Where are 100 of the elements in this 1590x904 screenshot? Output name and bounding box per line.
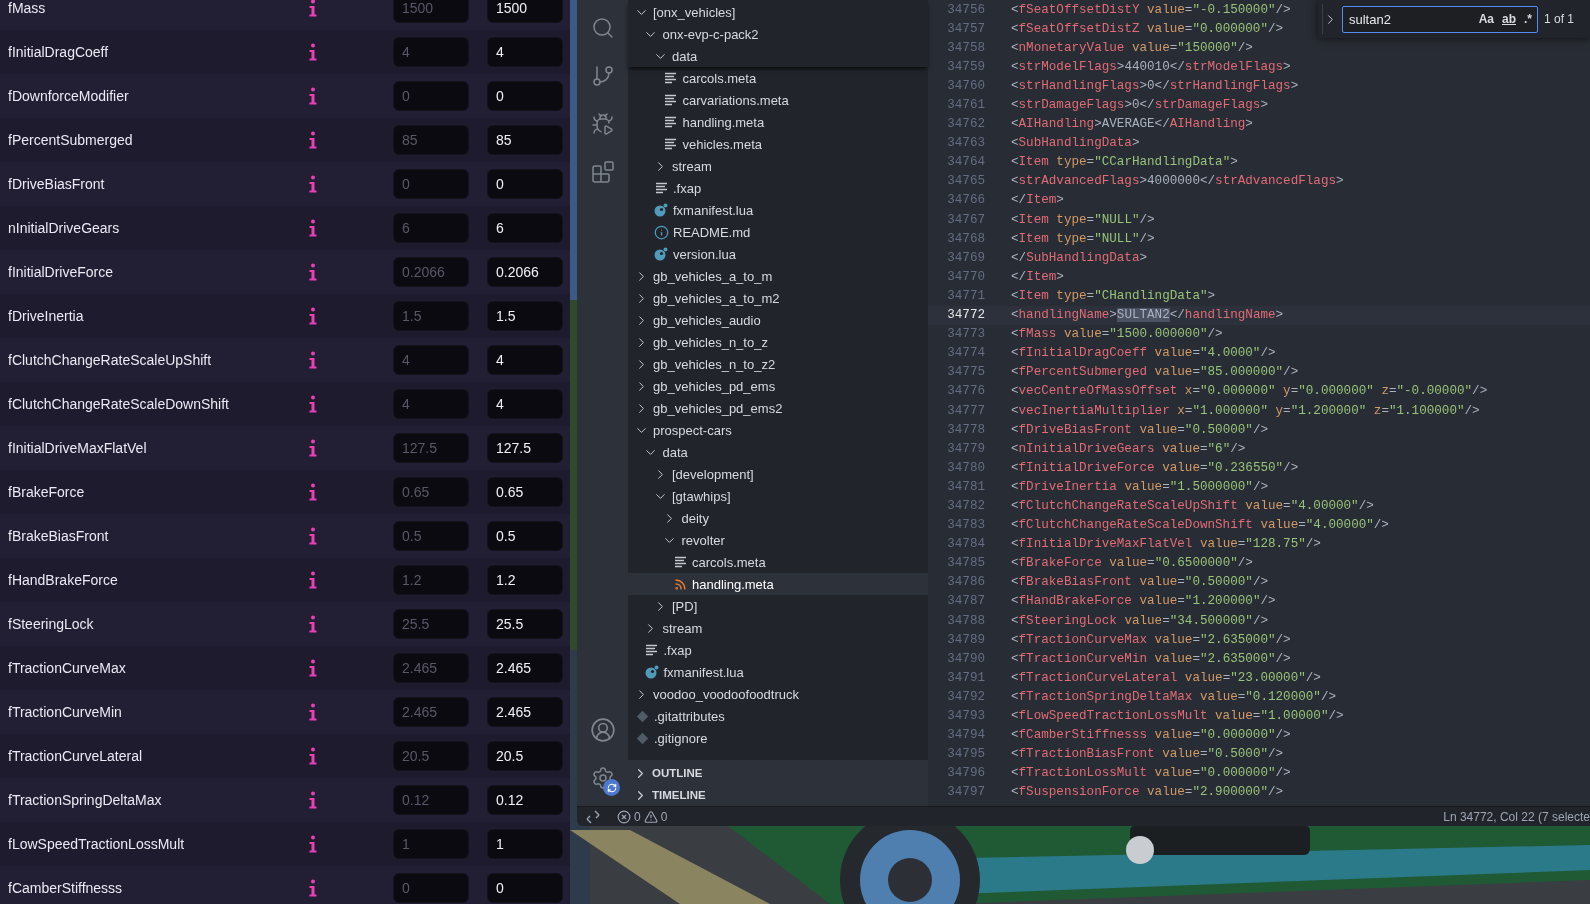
tree-item[interactable]: gb_vehicles_a_to_m: [628, 265, 928, 287]
default-field[interactable]: 20.5: [393, 741, 469, 771]
value-field[interactable]: 4: [487, 37, 563, 67]
value-field[interactable]: 1.5: [487, 301, 563, 331]
tree-item[interactable]: data: [628, 45, 928, 67]
tree-item[interactable]: deity: [628, 507, 928, 529]
info-icon[interactable]: [308, 483, 318, 501]
value-field[interactable]: 4: [487, 389, 563, 419]
default-field[interactable]: 0: [393, 169, 469, 199]
value-field[interactable]: 1500: [487, 0, 563, 23]
default-field[interactable]: 1.5: [393, 301, 469, 331]
cursor-position[interactable]: Ln 34772, Col 22 (7 selecte: [1443, 809, 1590, 824]
info-icon[interactable]: [308, 263, 318, 281]
tree-item[interactable]: .fxap: [628, 639, 928, 661]
default-field[interactable]: 1: [393, 829, 469, 859]
default-field[interactable]: 2.465: [393, 653, 469, 683]
value-field[interactable]: 25.5: [487, 609, 563, 639]
default-field[interactable]: 85: [393, 125, 469, 155]
tree-item[interactable]: revolter: [628, 529, 928, 551]
info-icon[interactable]: [308, 703, 318, 721]
default-field[interactable]: 4: [393, 389, 469, 419]
value-field[interactable]: 0.12: [487, 785, 563, 815]
info-icon[interactable]: [308, 439, 318, 457]
value-field[interactable]: 1.2: [487, 565, 563, 595]
tree-item[interactable]: fxmanifest.lua: [628, 199, 928, 221]
info-icon[interactable]: [308, 175, 318, 193]
find-option-button[interactable]: ab: [1498, 9, 1519, 29]
default-field[interactable]: 0.12: [393, 785, 469, 815]
info-icon[interactable]: [308, 615, 318, 633]
default-field[interactable]: 127.5: [393, 433, 469, 463]
tree-item[interactable]: carcols.meta: [628, 67, 928, 89]
value-field[interactable]: 0.2066: [487, 257, 563, 287]
find-field[interactable]: sultan2 Aa ab .*: [1342, 5, 1538, 33]
value-field[interactable]: 0: [487, 873, 563, 903]
tree-item[interactable]: handling.meta: [628, 573, 928, 595]
info-icon[interactable]: [308, 131, 318, 149]
default-field[interactable]: 4: [393, 37, 469, 67]
tree-item[interactable]: onx-evp-c-pack2: [628, 23, 928, 45]
value-field[interactable]: 127.5: [487, 433, 563, 463]
info-icon[interactable]: [308, 791, 318, 809]
tree-item[interactable]: gb_vehicles_n_to_z2: [628, 353, 928, 375]
default-field[interactable]: 6: [393, 213, 469, 243]
tree-item[interactable]: gb_vehicles_pd_ems: [628, 375, 928, 397]
default-field[interactable]: 25.5: [393, 609, 469, 639]
info-icon[interactable]: [308, 395, 318, 413]
value-field[interactable]: 2.465: [487, 653, 563, 683]
info-icon[interactable]: [308, 351, 318, 369]
value-field[interactable]: 2.465: [487, 697, 563, 727]
info-icon[interactable]: [308, 659, 318, 677]
value-field[interactable]: 0.65: [487, 477, 563, 507]
value-field[interactable]: 0.5: [487, 521, 563, 551]
tree-item[interactable]: handling.meta: [628, 111, 928, 133]
tree-item[interactable]: .fxap: [628, 177, 928, 199]
tree-item[interactable]: voodoo_voodoofoodtruck: [628, 683, 928, 705]
value-field[interactable]: 20.5: [487, 741, 563, 771]
info-icon[interactable]: [308, 835, 318, 853]
tree-item[interactable]: prospect-cars: [628, 419, 928, 441]
info-icon[interactable]: [308, 527, 318, 545]
tree-item[interactable]: vehicles.meta: [628, 133, 928, 155]
tree-item[interactable]: carvariations.meta: [628, 89, 928, 111]
default-field[interactable]: 1500: [393, 0, 469, 23]
tree-item[interactable]: gb_vehicles_pd_ems2: [628, 397, 928, 419]
value-field[interactable]: 6: [487, 213, 563, 243]
tree-item[interactable]: gb_vehicles_audio: [628, 309, 928, 331]
problems-status[interactable]: 0 0: [617, 809, 668, 824]
find-option-button[interactable]: Aa: [1475, 9, 1497, 29]
tree-item[interactable]: [onx_vehicles]: [628, 1, 928, 23]
default-field[interactable]: 0: [393, 873, 469, 903]
tree-item[interactable]: .gitattributes: [628, 705, 928, 727]
info-icon[interactable]: [308, 307, 318, 325]
tree-item[interactable]: stream: [628, 617, 928, 639]
section-header[interactable]: OUTLINE: [628, 762, 928, 784]
section-header[interactable]: TIMELINE: [628, 784, 928, 806]
value-field[interactable]: 4: [487, 345, 563, 375]
tree-item[interactable]: gb_vehicles_a_to_m2: [628, 287, 928, 309]
tree-item[interactable]: [PD]: [628, 595, 928, 617]
default-field[interactable]: 4: [393, 345, 469, 375]
tree-item[interactable]: stream: [628, 155, 928, 177]
tree-item[interactable]: carcols.meta: [628, 551, 928, 573]
info-icon[interactable]: [308, 747, 318, 765]
default-field[interactable]: 0.2066: [393, 257, 469, 287]
tree-item[interactable]: version.lua: [628, 243, 928, 265]
default-field[interactable]: 1.2: [393, 565, 469, 595]
default-field[interactable]: 0.65: [393, 477, 469, 507]
info-icon[interactable]: [308, 0, 318, 17]
find-option-button[interactable]: .*: [1521, 9, 1535, 29]
tree-item[interactable]: [development]: [628, 463, 928, 485]
tree-item[interactable]: gb_vehicles_n_to_z: [628, 331, 928, 353]
info-icon[interactable]: [308, 43, 318, 61]
default-field[interactable]: 0: [393, 81, 469, 111]
tree-item[interactable]: fxmanifest.lua: [628, 661, 928, 683]
tree-item[interactable]: README.md: [628, 221, 928, 243]
tree-item[interactable]: .gitignore: [628, 727, 928, 749]
info-icon[interactable]: [308, 87, 318, 105]
default-field[interactable]: 2.465: [393, 697, 469, 727]
value-field[interactable]: 1: [487, 829, 563, 859]
info-icon[interactable]: [308, 879, 318, 897]
value-field[interactable]: 0: [487, 81, 563, 111]
tree-item[interactable]: data: [628, 441, 928, 463]
default-field[interactable]: 0.5: [393, 521, 469, 551]
